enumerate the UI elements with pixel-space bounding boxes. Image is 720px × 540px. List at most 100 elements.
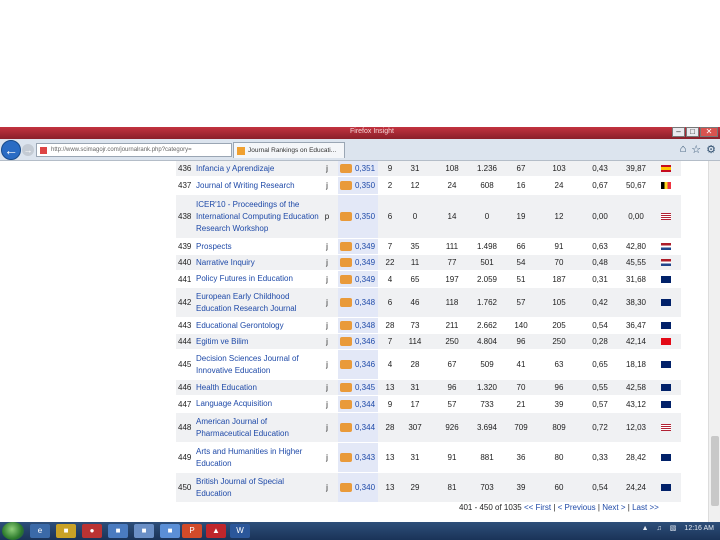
quartile-badge-icon[interactable] [340,274,352,284]
rank-cell-text: 436 [178,164,192,173]
type-cell-text: j [326,164,328,173]
vertical-scrollbar[interactable] [708,161,720,522]
total-cites-cell-text: 96 [516,337,526,346]
journal-title-link[interactable]: Language Acquisition [196,396,320,412]
app3-taskbar-icon[interactable]: ■ [160,524,180,538]
network-icon[interactable]: ▧ [670,524,677,532]
country-cell [659,161,673,176]
journal-title-link[interactable]: European Early Childhood Education Resea… [196,288,320,317]
first-page-link[interactable]: << First [524,503,551,512]
quartile-badge-icon[interactable] [340,383,352,392]
quartile-badge-icon[interactable] [340,321,352,330]
quartile-badge-icon[interactable] [340,258,352,267]
total-cites-cell-text: 54 [516,258,526,267]
quartile-badge-icon[interactable] [340,298,352,307]
scrollbar-thumb[interactable] [711,436,719,506]
quartile-badge-icon[interactable] [340,423,352,432]
address-bar[interactable]: http://www.scimagojr.com/journalrank.php… [36,143,232,157]
total-docs-3y-cell: 197 [439,271,465,287]
quartile-badge-icon[interactable] [340,360,352,369]
journal-title-link[interactable]: Health Education [196,380,320,395]
journal-title-link[interactable]: Egitim ve Bilim [196,334,320,349]
total-cites-cell-text: 57 [516,298,526,307]
forward-button[interactable]: → [22,144,34,156]
folder-taskbar-icon[interactable]: ■ [56,524,76,538]
total-docs-cell-text: 31 [410,164,420,173]
turkey-flag-icon [661,338,671,345]
browser-tab[interactable]: Journal Rankings on Educati... [233,142,345,158]
journal-title-link[interactable]: American Journal of Pharmaceutical Educa… [196,413,320,442]
total-refs-cell: 1.320 [470,380,504,395]
journal-title-link[interactable]: Prospects [196,239,320,254]
quartile-badge-icon[interactable] [340,242,352,251]
close-button[interactable]: ✕ [700,127,718,137]
next-page-link[interactable]: Next > [602,503,625,512]
media-taskbar-icon[interactable]: ● [82,524,102,538]
quartile-badge-icon[interactable] [340,164,352,173]
journal-title-link[interactable]: Policy Futures in Education [196,271,320,287]
word-taskbar-icon[interactable]: W [230,524,250,538]
volume-icon[interactable]: ♫ [657,525,662,532]
quartile-badge-icon[interactable] [340,181,352,190]
ie-taskbar-icon[interactable]: e [30,524,50,538]
app-taskbar-icon[interactable]: ■ [108,524,128,538]
gear-icon[interactable]: ⚙ [706,143,716,156]
table-row: 437 Journal of Writing Research j 2 12 24 608 1… [176,177,681,194]
type-cell-text: j [326,181,328,190]
app2-taskbar-icon[interactable]: ■ [134,524,154,538]
sjr-value: 0,350 [355,212,376,221]
journal-title-link[interactable]: Educational Gerontology [196,318,320,333]
type-cell: j [322,239,332,254]
quartile-badge-icon[interactable] [340,399,352,409]
country-cell [659,288,673,317]
cites-per-doc-cell-text: 0,54 [592,483,608,492]
total-docs-cell: 0 [404,195,426,238]
back-button[interactable]: ← [1,140,21,160]
journal-title-link[interactable]: British Journal of Special Education [196,473,320,502]
quartile-badge-icon[interactable] [340,212,352,221]
pdf-taskbar-icon[interactable]: ▲ [206,524,226,538]
home-icon[interactable]: ⌂ [680,143,687,156]
journal-title-link[interactable]: ICER'10 - Proceedings of the Internation… [196,195,320,238]
journal-title-link[interactable]: Infancia y Aprendizaje [196,161,320,176]
rank-cell: 449 [178,443,198,472]
type-cell-text: j [326,423,328,432]
cites-per-doc-cell-text: 0,42 [592,298,608,307]
journal-title-link[interactable]: Narrative Inquiry [196,255,320,270]
favorites-star-icon[interactable]: ☆ [691,143,701,156]
last-page-link[interactable]: Last >> [632,503,659,512]
ref-per-doc-cell-text: 38,30 [625,298,647,307]
citable-docs-cell: 60 [543,473,575,502]
citable-docs-cell: 91 [543,239,575,254]
h-index-cell: 6 [381,195,399,238]
window-title: Firefox Insight [350,128,394,135]
citable-docs-cell: 70 [543,255,575,270]
quartile-badge-icon[interactable] [340,483,352,492]
start-button[interactable] [2,522,24,540]
total-cites-cell-text: 67 [516,164,526,173]
quartile-badge-icon[interactable] [340,453,352,462]
journal-title-link[interactable]: Decision Sciences Journal of Innovative … [196,350,320,379]
total-docs-3y-cell: 91 [439,443,465,472]
minimize-button[interactable]: – [672,127,685,137]
total-docs-cell-text: 11 [410,258,420,267]
journal-title-link[interactable]: Journal of Writing Research [196,177,320,194]
sjr-cell: 0,348 [338,318,378,333]
uk-flag-icon [661,384,671,391]
table-row: 447 Language Acquisition j 9 17 57 733 21 39 0,57… [176,396,681,412]
maximize-button[interactable]: □ [686,127,699,137]
country-cell [659,318,673,333]
clock[interactable]: 12:16 AM [684,525,714,532]
powerpoint-taskbar-icon[interactable]: P [182,524,202,538]
total-refs-cell-text: 733 [480,399,494,409]
journal-title-link[interactable]: Arts and Humanities in Higher Education [196,443,320,472]
rank-cell: 439 [178,239,198,254]
h-index-cell-text: 7 [387,337,393,346]
previous-page-link[interactable]: < Previous [558,503,596,512]
total-docs-cell-text: 31 [410,383,420,392]
total-docs-3y-cell-text: 81 [447,483,457,492]
tray-arrow-icon[interactable]: ▲ [642,525,649,532]
country-cell [659,271,673,287]
quartile-badge-icon[interactable] [340,337,352,346]
country-cell [659,334,673,349]
